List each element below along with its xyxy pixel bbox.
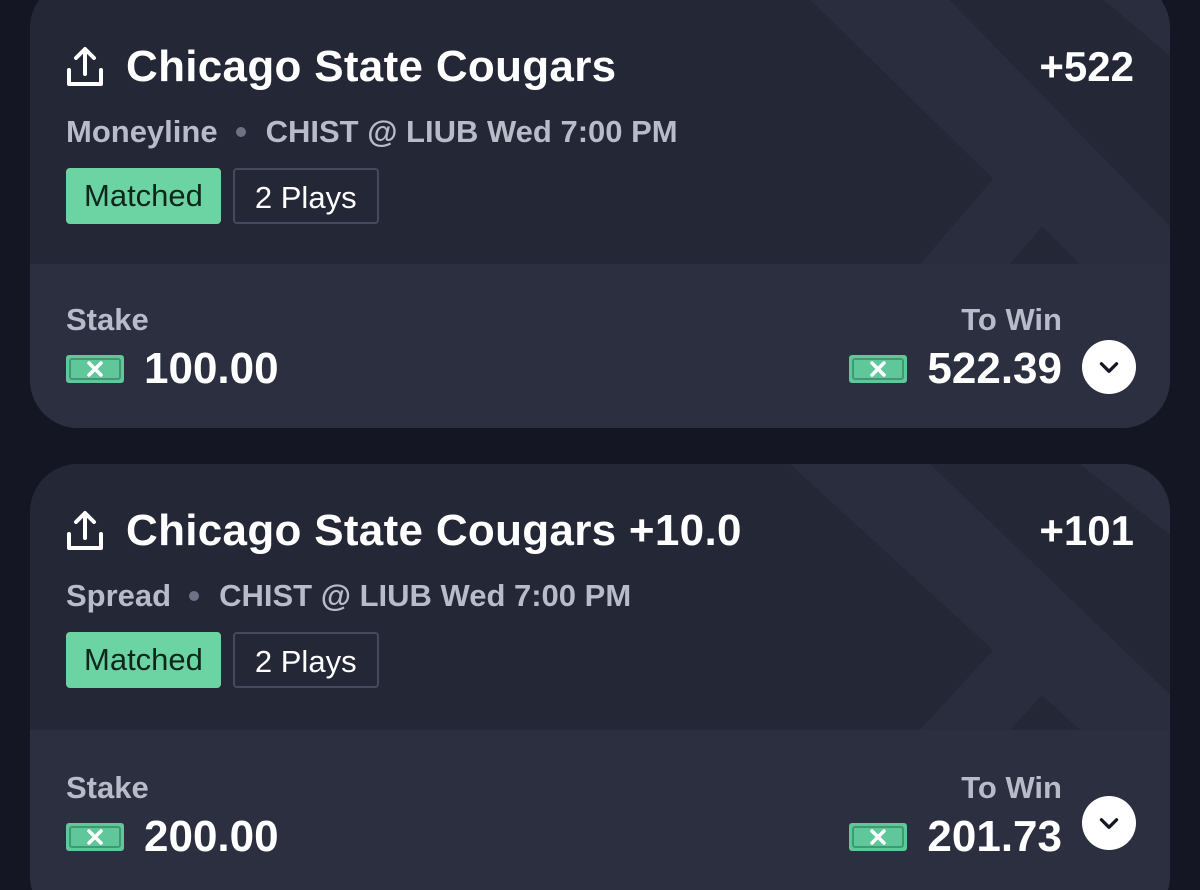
bet-type: Spread (66, 578, 172, 613)
stake-section: Stake 100.00 (66, 302, 279, 394)
chevron-down-icon (1099, 362, 1119, 373)
bet-slip-screen: Chicago State Cougars +522 Moneyline CHI… (0, 0, 1200, 890)
to-win-amount: 522.39 (927, 344, 1062, 393)
bet-odds: +522 (1039, 43, 1134, 90)
stake-section: Stake 200.00 (66, 770, 279, 862)
plays-button[interactable]: 2 Plays (232, 168, 379, 224)
to-win-label: To Win (961, 770, 1062, 805)
plays-button[interactable]: 2 Plays (232, 632, 379, 688)
cash-icon (66, 355, 124, 383)
bet-tags: Matched 2 Plays (66, 168, 379, 224)
bet-card-header: Chicago State Cougars +522 Moneyline CHI… (30, 0, 1170, 264)
status-badge: Matched (66, 632, 221, 688)
bet-details: Spread CHIST @ LIUB Wed 7:00 PM (66, 578, 631, 614)
bet-selection-title: Chicago State Cougars +10.0 (126, 506, 742, 555)
share-icon[interactable] (64, 46, 106, 88)
stake-label: Stake (66, 770, 149, 805)
bet-type: Moneyline (66, 114, 218, 149)
chevron-down-icon (1099, 818, 1119, 829)
to-win-amount: 201.73 (927, 812, 1062, 861)
stake-amount: 200.00 (144, 812, 279, 861)
brand-watermark-icon (810, 0, 1170, 264)
bet-card-footer: Stake 200.00 To Win 201.73 (30, 730, 1170, 890)
brand-watermark-icon (790, 464, 1170, 730)
expand-button[interactable] (1082, 796, 1136, 850)
game-matchup: CHIST @ LIUB Wed 7:00 PM (265, 114, 678, 149)
cash-icon (849, 355, 908, 383)
to-win-label: To Win (961, 302, 1062, 337)
bet-card[interactable]: Chicago State Cougars +522 Moneyline CHI… (30, 0, 1170, 428)
bet-odds: +101 (1039, 507, 1134, 554)
to-win-section: To Win 522.39 (849, 302, 1062, 394)
status-badge: Matched (66, 168, 221, 224)
expand-button[interactable] (1082, 340, 1136, 394)
game-matchup: CHIST @ LIUB Wed 7:00 PM (219, 578, 632, 613)
cash-icon (849, 823, 908, 851)
bet-details: Moneyline CHIST @ LIUB Wed 7:00 PM (66, 114, 678, 150)
bet-card-footer: Stake 100.00 To Win 522.39 (30, 264, 1170, 428)
bet-card[interactable]: Chicago State Cougars +10.0 +101 Spread … (30, 464, 1170, 890)
bet-card-header: Chicago State Cougars +10.0 +101 Spread … (30, 464, 1170, 730)
bet-selection-title: Chicago State Cougars (126, 42, 617, 91)
share-icon[interactable] (64, 510, 106, 552)
stake-label: Stake (66, 302, 149, 337)
separator-dot (235, 127, 246, 137)
cash-icon (66, 823, 124, 851)
bet-tags: Matched 2 Plays (66, 632, 379, 688)
stake-amount: 100.00 (144, 344, 279, 393)
bet-title-row: Chicago State Cougars +10.0 +101 (64, 506, 1134, 556)
separator-dot (189, 591, 200, 601)
to-win-section: To Win 201.73 (849, 770, 1062, 862)
bet-title-row: Chicago State Cougars +522 (64, 42, 1134, 92)
